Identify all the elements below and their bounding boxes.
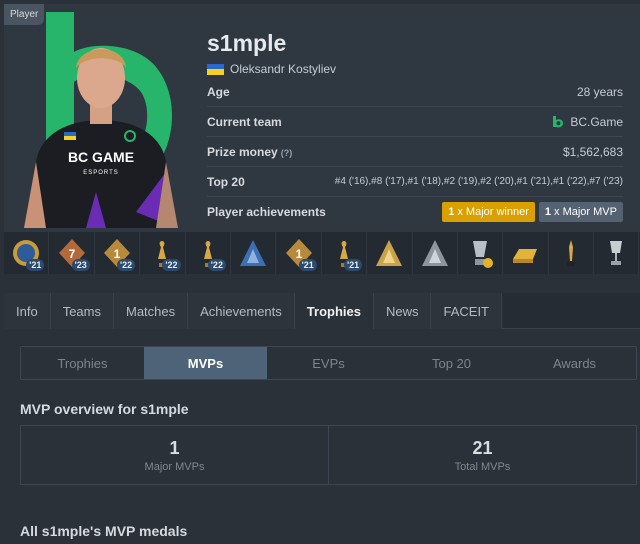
subtab-mvps[interactable]: MVPs (144, 347, 267, 379)
prize-label-wrap: Prize money (?) (207, 145, 292, 159)
team-link[interactable]: BC.Game (551, 115, 623, 129)
prize-label: Prize money (207, 144, 278, 159)
tab-matches[interactable]: Matches (113, 293, 189, 329)
trophy-item[interactable]: 1'22 (95, 232, 141, 274)
gold-statue-icon (566, 240, 575, 266)
subtab-trophies[interactable]: Trophies (21, 347, 144, 379)
trophy-item[interactable] (503, 232, 549, 274)
team-label: Current team (207, 114, 282, 129)
major-trophy-star-icon (473, 241, 494, 268)
trophy-year: '23 (71, 259, 90, 271)
trophy-item[interactable] (549, 232, 595, 274)
tab-achievements[interactable]: Achievements (188, 293, 295, 329)
trophy-item[interactable]: 7'23 (49, 232, 95, 274)
age-row: Age 28 years (207, 77, 623, 107)
age-value: 28 years (576, 84, 623, 99)
trophy-item[interactable] (231, 232, 277, 274)
trophy-item[interactable] (367, 232, 413, 274)
achievement-badges: 1x Major winner 1x Major MVP (442, 202, 623, 222)
top20-values[interactable]: #4 ('16),#8 ('17),#1 ('18),#2 ('19),#2 (… (335, 176, 623, 187)
major-mvp-badge[interactable]: 1x Major MVP (538, 202, 623, 222)
player-tag: Player (4, 4, 45, 25)
team-row: Current team BC.Game (207, 107, 623, 137)
trophy-item[interactable]: '22 (186, 232, 231, 274)
trophy-year: '22 (162, 259, 181, 271)
ukraine-flag-icon (207, 63, 224, 75)
svg-text:BC GAME: BC GAME (68, 149, 134, 165)
trophy-year: '22 (207, 259, 226, 271)
major-mvps-label: Major MVPs (144, 460, 205, 473)
player-header: Player BC GAME ESPORTS s1mple Oleksandr … (4, 4, 640, 232)
tab-faceit[interactable]: FACEIT (431, 293, 502, 329)
trophies-strip: '21 7'23 1'22'22'22 1'21'21 (4, 232, 640, 274)
silver-triangle-trophy-icon (421, 240, 448, 266)
prize-value: $1,562,683 (562, 144, 623, 159)
top20-row: Top 20 #4 ('16),#8 ('17),#1 ('18),#2 ('1… (207, 167, 623, 197)
major-mvps-cell: 1 Major MVPs (21, 426, 328, 484)
trophy-year: '21 (343, 259, 363, 271)
major-mvps-value: 1 (169, 437, 180, 458)
player-fullname-text: Oleksandr Kostyliev (230, 62, 337, 76)
silver-cup-icon (610, 241, 623, 265)
profile-tabs: Info Teams Matches Achievements Trophies News… (4, 293, 640, 329)
subtab-evps[interactable]: EVPs (267, 347, 390, 379)
team-name: BC.Game (570, 114, 623, 129)
prize-help-icon[interactable]: (?) (281, 148, 293, 158)
player-nickname: s1mple (207, 30, 287, 56)
trophy-item[interactable]: 1'21 (276, 232, 322, 274)
tab-info[interactable]: Info (4, 293, 51, 329)
trophy-subtabs: Trophies MVPs EVPs Top 20 Awards (20, 346, 637, 380)
total-mvps-cell: 21 Total MVPs (328, 426, 636, 484)
major-winner-badge[interactable]: 1x Major winner (442, 202, 535, 222)
subtab-top-20[interactable]: Top 20 (390, 347, 513, 379)
mvp-overview-box: 1 Major MVPs 21 Total MVPs (20, 425, 637, 485)
trophy-year: '21 (298, 259, 317, 271)
tab-teams[interactable]: Teams (50, 293, 114, 329)
blue-triangle-trophy-icon (240, 240, 267, 266)
trophy-item[interactable]: '21 (4, 232, 50, 274)
gold-bar-icon (513, 249, 538, 263)
gold-triangle-trophy-icon (376, 240, 403, 266)
achievements-row: Player achievements 1x Major winner 1x M… (207, 197, 623, 227)
svg-text:ESPORTS: ESPORTS (83, 170, 119, 176)
total-mvps-label: Total MVPs (454, 460, 511, 473)
player-image: BC GAME ESPORTS (16, 12, 186, 228)
subtab-awards[interactable]: Awards (513, 347, 636, 379)
prize-row: Prize money (?) $1,562,683 (207, 137, 623, 167)
age-label: Age (207, 84, 230, 99)
mvp-overview-title: MVP overview for s1mple (20, 401, 189, 417)
total-mvps-value: 21 (472, 437, 493, 458)
tab-news[interactable]: News (373, 293, 432, 329)
player-photo: BC GAME ESPORTS (16, 12, 186, 228)
mvp-medals-title: All s1mple's MVP medals (20, 523, 188, 539)
trophy-year: '22 (117, 259, 136, 271)
trophy-item[interactable]: '21 (322, 232, 368, 274)
tab-trophies[interactable]: Trophies (294, 293, 374, 329)
bcgame-logo-icon (553, 115, 564, 127)
player-fullname: Oleksandr Kostyliev (207, 62, 336, 76)
trophy-item[interactable] (413, 232, 458, 274)
trophy-item[interactable] (458, 232, 504, 274)
trophy-item[interactable] (594, 232, 640, 274)
top20-label: Top 20 (207, 174, 245, 189)
achievements-label: Player achievements (207, 205, 326, 219)
trophy-year: '21 (26, 259, 45, 271)
trophy-item[interactable]: '22 (140, 232, 186, 274)
